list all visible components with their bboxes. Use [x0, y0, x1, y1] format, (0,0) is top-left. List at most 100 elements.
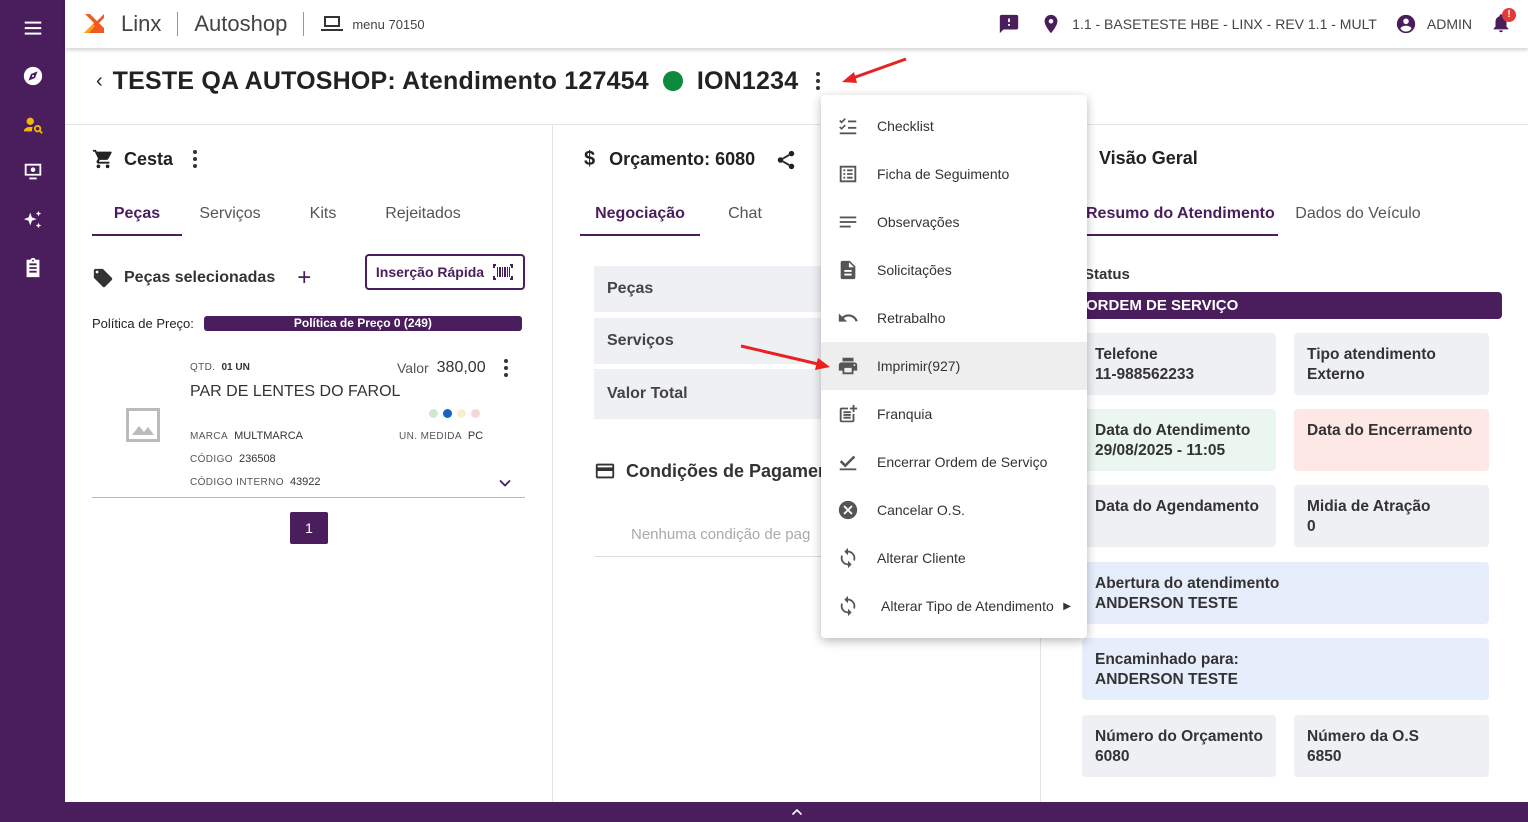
menu-item-retrabalho[interactable]: Retrabalho	[821, 294, 1087, 342]
card-value: Externo	[1307, 366, 1365, 383]
chevron-down-icon[interactable]	[498, 476, 512, 490]
tab-chat[interactable]: Chat	[700, 192, 790, 236]
menu-item-observacoes[interactable]: Observações	[821, 198, 1087, 246]
menu-item-solicitacoes[interactable]: Solicitações	[821, 246, 1087, 294]
annotation-arrow	[842, 57, 907, 83]
location-pin-icon	[1044, 14, 1058, 34]
product-name: Autoshop	[194, 11, 288, 36]
sidebar	[0, 0, 65, 822]
menu-item-ficha[interactable]: Ficha de Seguimento	[821, 150, 1087, 198]
notification-badge: !	[1502, 7, 1516, 22]
tab-kits[interactable]: Kits	[278, 192, 368, 236]
menu-item-franquia[interactable]: Franquia	[821, 390, 1087, 438]
clipboard-icon	[26, 257, 39, 278]
image-placeholder-icon	[126, 408, 160, 442]
menu-item-alterar-tipo[interactable]: Alterar Tipo de Atendimento ▶	[821, 582, 1087, 630]
sync-icon	[840, 595, 856, 617]
document-icon	[840, 260, 856, 280]
sidebar-item-clipboard[interactable]	[0, 246, 65, 290]
top-bar: Linx Autoshop menu 70150 1.1 - BASETESTE…	[65, 0, 1528, 48]
sidebar-menu-button[interactable]	[0, 6, 65, 50]
page-title: TESTE QA AUTOSHOP: Atendimento 127454	[112, 66, 649, 95]
cancel-icon	[838, 500, 858, 520]
card-value: 6080	[1095, 748, 1130, 765]
menu-item-imprimir[interactable]: Imprimir(927)	[821, 342, 1087, 390]
feedback-icon[interactable]	[998, 13, 1020, 35]
card-label: Data do Atendimento	[1095, 422, 1251, 439]
more-actions-button[interactable]	[816, 72, 822, 90]
menu-item-alterar-cliente[interactable]: Alterar Cliente	[821, 534, 1087, 582]
part-more-button[interactable]	[503, 359, 510, 377]
card-label: Data do Agendamento	[1095, 498, 1259, 515]
menu-info[interactable]: menu 70150	[320, 14, 425, 34]
value-label: Valor	[397, 360, 429, 376]
card-data-atendimento: Data do Atendimento 29/08/2025 - 11:05	[1082, 409, 1276, 471]
card-value: 11-988562233	[1095, 366, 1195, 383]
menu-item-label: Solicitações	[877, 262, 952, 278]
visao-tabs: Resumo do Atendimento Dados do Veículo	[1082, 192, 1438, 236]
value-amount: 380,00	[436, 359, 486, 376]
menu-item-label: Checklist	[877, 118, 934, 134]
menu-item-encerrar[interactable]: Encerrar Ordem de Serviço	[821, 438, 1087, 486]
cesta-tabs: Peças Serviços Kits Rejeitados	[92, 192, 478, 236]
user-label[interactable]: ADMIN	[1427, 16, 1472, 32]
linx-logo[interactable]: Linx	[81, 11, 161, 37]
share-icon[interactable]	[775, 149, 797, 171]
bottom-bar[interactable]	[65, 802, 1528, 822]
menu-item-checklist[interactable]: Checklist	[821, 102, 1087, 150]
value-row: Valor 380,00	[397, 359, 510, 377]
payment-divider	[594, 556, 844, 557]
sidebar-item-magic[interactable]	[0, 198, 65, 242]
tag-icon	[93, 268, 113, 288]
tab-negociacao[interactable]: Negociação	[580, 192, 700, 236]
actions-menu: Checklist Ficha de Seguimento Observaçõe…	[821, 95, 1087, 638]
header-divider	[65, 124, 1528, 125]
card-value: 29/08/2025 - 11:05	[1095, 442, 1226, 459]
card-label: Número da O.S	[1307, 728, 1419, 745]
card-tipo-atendimento: Tipo atendimento Externo	[1294, 333, 1489, 395]
add-part-button[interactable]: +	[297, 264, 311, 292]
cesta-header: Cesta	[92, 148, 199, 170]
brand-label: MARCA	[190, 430, 229, 442]
post-add-icon	[839, 404, 858, 423]
part-name: PAR DE LENTES DO FAROL	[190, 383, 401, 400]
unit-label: UN. MEDIDA	[399, 430, 462, 442]
sidebar-item-customers[interactable]	[0, 103, 65, 147]
notifications-button[interactable]: !	[1490, 7, 1516, 37]
divider	[177, 12, 179, 36]
menu-icon	[24, 21, 41, 35]
chevron-up-icon[interactable]	[791, 807, 803, 817]
back-button[interactable]: ‹	[96, 70, 103, 93]
payment-title: Condições de Pagament	[626, 460, 836, 481]
price-policy: Política de Preço: Política de Preço 0 (…	[92, 316, 522, 331]
color-dots	[429, 409, 480, 418]
status-indicator	[662, 71, 683, 91]
print-icon	[838, 357, 858, 375]
sidebar-item-explore[interactable]	[0, 54, 65, 98]
tab-dados-veiculo[interactable]: Dados do Veículo	[1278, 192, 1438, 236]
menu-item-cancelar[interactable]: Cancelar O.S.	[821, 486, 1087, 534]
pagination-page[interactable]: 1	[290, 512, 328, 544]
card-abertura: Abertura do atendimento ANDERSON TESTE	[1082, 562, 1489, 624]
tab-resumo[interactable]: Resumo do Atendimento	[1082, 192, 1278, 236]
dot	[443, 409, 452, 418]
code-value: 236508	[238, 453, 276, 465]
brand-value: MULTMARCA	[234, 430, 303, 442]
menu-item-label: Imprimir(927)	[877, 358, 961, 374]
tab-rejeitados[interactable]: Rejeitados	[368, 192, 478, 236]
tab-servicos[interactable]: Serviços	[182, 192, 278, 236]
barcode-icon	[493, 264, 514, 280]
checklist-icon	[839, 118, 857, 135]
tab-pecas[interactable]: Peças	[92, 192, 182, 236]
quick-insert-label: Inserção Rápida	[375, 264, 485, 280]
sync-icon	[840, 547, 856, 569]
divider	[303, 12, 305, 36]
linx-logo-icon	[84, 14, 104, 33]
sidebar-item-monitor[interactable]	[0, 150, 65, 194]
card-label: Midia de Atração	[1307, 498, 1431, 515]
code-label: CÓDIGO	[190, 453, 233, 465]
cesta-more-button[interactable]	[193, 150, 199, 168]
price-policy-value[interactable]: Política de Preço 0 (249)	[203, 316, 522, 331]
quick-insert-button[interactable]: Inserção Rápida	[365, 254, 525, 290]
location-label[interactable]: 1.1 - BASETESTE HBE - LINX - REV 1.1 - M…	[1072, 16, 1377, 32]
